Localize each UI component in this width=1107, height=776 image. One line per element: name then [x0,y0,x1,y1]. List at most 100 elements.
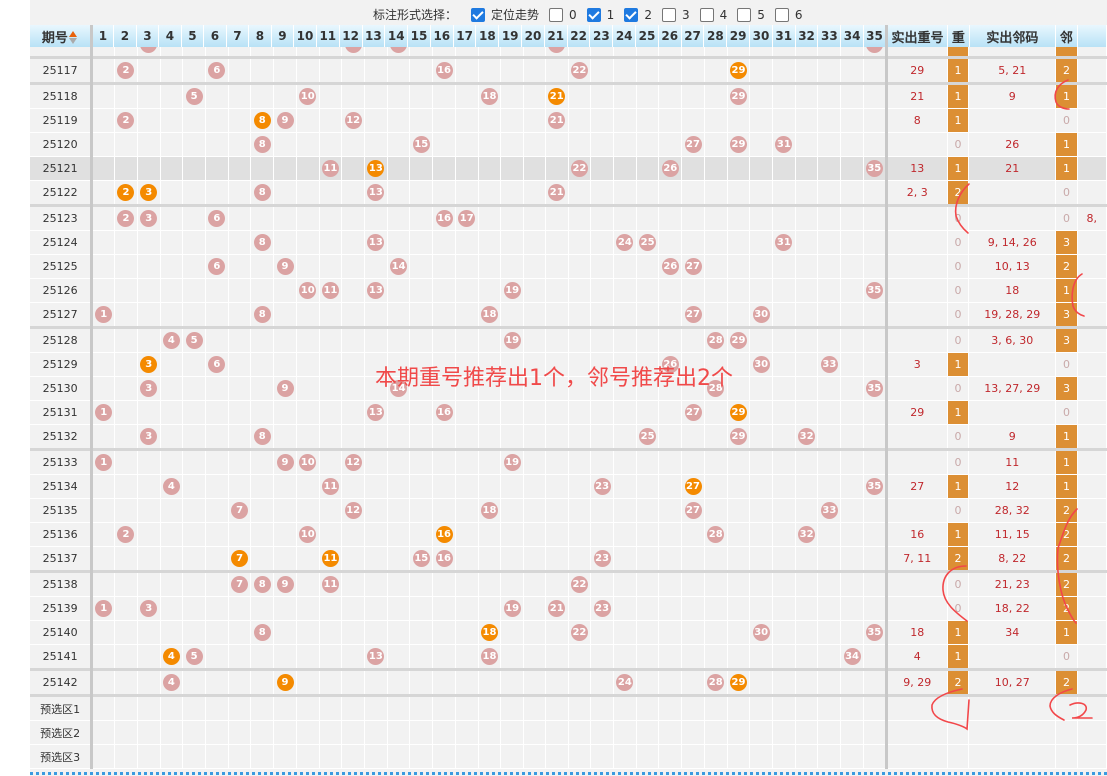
preselect-cell[interactable] [817,694,842,721]
table-row[interactable]: 25119 2 8 9 12 21 8 1 0 [30,108,1107,133]
preselect-cell[interactable] [319,720,343,745]
preselect-cell[interactable] [636,720,660,745]
preselect-cell[interactable] [250,744,275,769]
preselect-cell[interactable] [500,720,525,745]
preselect-cell[interactable] [409,694,434,721]
preselect-cell[interactable] [364,744,388,769]
preselect-cell[interactable] [772,744,796,769]
preselect-cell[interactable] [545,694,569,721]
preselect-cell[interactable] [863,694,887,721]
preselect-cell[interactable] [409,744,434,769]
preselect-cell[interactable] [681,694,705,721]
preselect-cell[interactable] [795,720,819,745]
preselect-cell[interactable] [296,720,320,745]
preselect-cell[interactable] [500,744,525,769]
preselect-cell[interactable] [568,720,592,745]
preselect-cell[interactable] [160,720,184,745]
table-row[interactable]: 25133 1 9 10 12 19 0 11 1 [30,448,1107,475]
option-checkbox-3[interactable] [661,7,676,22]
preselect-cell[interactable] [613,694,637,721]
preselect-cell[interactable] [658,720,683,745]
preselect-cell[interactable] [296,744,320,769]
preselect-row[interactable]: 预选区1 [30,694,1107,721]
table-row[interactable]: 25141 4 5 13 18 34 4 1 0 [30,644,1107,670]
preselect-cell[interactable] [91,720,116,745]
option-checkbox-4[interactable] [699,7,714,22]
preselect-cell[interactable] [387,720,411,745]
preselect-cell[interactable] [817,744,842,769]
preselect-cell[interactable] [704,720,728,745]
preselect-cell[interactable] [341,694,366,721]
preselect-cell[interactable] [500,694,525,721]
preselect-cell[interactable] [205,694,229,721]
preselect-cell[interactable] [319,744,343,769]
table-row[interactable]: 25138 7 8 9 11 22 0 21, 23 2 [30,570,1107,597]
preselect-cell[interactable] [432,744,456,769]
preselect-cell[interactable] [160,744,184,769]
preselect-cell[interactable] [590,744,614,769]
table-row[interactable]: 25142 4 9 24 28 29 9, 29 2 10, 27 2 [30,668,1107,696]
table-row[interactable]: 25117 2 6 16 22 29 29 1 5, 21 2 [30,56,1107,84]
table-row[interactable]: 25124 8 13 24 25 31 0 9, 14, 26 3 [30,230,1107,255]
preselect-cell[interactable] [114,694,138,721]
preselect-cell[interactable] [636,744,660,769]
table-row[interactable]: 25127 1 8 18 27 30 0 19, 28, 29 3 [30,302,1107,328]
preselect-cell[interactable] [613,720,637,745]
preselect-cell[interactable] [523,720,546,745]
preselect-cell[interactable] [817,720,842,745]
table-row[interactable]: 25140 8 18 22 30 35 18 1 34 1 [30,620,1107,645]
table-row[interactable]: 25131 1 13 16 27 29 29 1 0 [30,400,1107,425]
preselect-cell[interactable] [182,720,206,745]
preselect-cell[interactable] [409,720,434,745]
preselect-cell[interactable] [137,720,161,745]
preselect-cell[interactable] [840,744,864,769]
preselect-cell[interactable] [273,720,297,745]
preselect-cell[interactable] [840,694,864,721]
preselect-cell[interactable] [749,720,774,745]
preselect-cell[interactable] [432,720,456,745]
preselect-cell[interactable] [704,744,728,769]
preselect-cell[interactable] [387,744,411,769]
table-row[interactable]: 25118 5 10 18 21 29 21 1 9 1 [30,82,1107,109]
table-row[interactable]: 25121 11 13 22 26 35 13 1 21 1 [30,156,1107,181]
preselect-cell[interactable] [319,694,343,721]
preselect-cell[interactable] [658,744,683,769]
preselect-cell[interactable] [296,694,320,721]
preselect-cell[interactable] [228,694,252,721]
preselect-cell[interactable] [137,744,161,769]
preselect-cell[interactable] [681,744,705,769]
preselect-cell[interactable] [545,744,569,769]
period-header[interactable]: 期号 [30,25,93,47]
preselect-cell[interactable] [568,694,592,721]
preselect-cell[interactable] [795,694,819,721]
preselect-cell[interactable] [91,694,116,721]
preselect-cell[interactable] [523,744,546,769]
preselect-cell[interactable] [114,744,138,769]
table-row[interactable]: 25132 3 8 25 29 32 0 9 1 [30,424,1107,450]
option-checkbox-6[interactable] [774,7,789,22]
preselect-cell[interactable] [341,720,366,745]
preselect-cell[interactable] [114,720,138,745]
preselect-cell[interactable] [658,694,683,721]
table-row[interactable]: 25135 7 12 18 27 33 0 28, 32 2 [30,498,1107,523]
sort-icon[interactable] [68,31,78,45]
preselect-cell[interactable] [91,744,116,769]
preselect-cell[interactable] [704,694,728,721]
option-checkbox-trend[interactable] [471,7,486,22]
table-body-scroll[interactable]: 31214213525117261622292915, 212251185101… [30,47,1107,772]
preselect-row[interactable]: 预选区3 [30,744,1107,769]
preselect-cell[interactable] [250,694,275,721]
table-row[interactable]: 25137 7 11 15 16 23 7, 11 2 8, 22 2 [30,546,1107,572]
preselect-cell[interactable] [727,694,751,721]
preselect-cell[interactable] [205,720,229,745]
preselect-cell[interactable] [545,720,569,745]
table-row[interactable]: 25122 2 3 8 13 21 2, 320 [30,180,1107,206]
preselect-cell[interactable] [772,720,796,745]
table-row[interactable]: 25139 1 3 19 21 23 0 18, 22 2 [30,596,1107,621]
table-row[interactable]: 25120 8 15 27 29 31 0 26 1 [30,132,1107,157]
option-checkbox-0[interactable] [549,7,564,22]
preselect-cell[interactable] [228,744,252,769]
preselect-cell[interactable] [478,694,502,721]
preselect-cell[interactable] [863,744,887,769]
preselect-cell[interactable] [205,744,229,769]
